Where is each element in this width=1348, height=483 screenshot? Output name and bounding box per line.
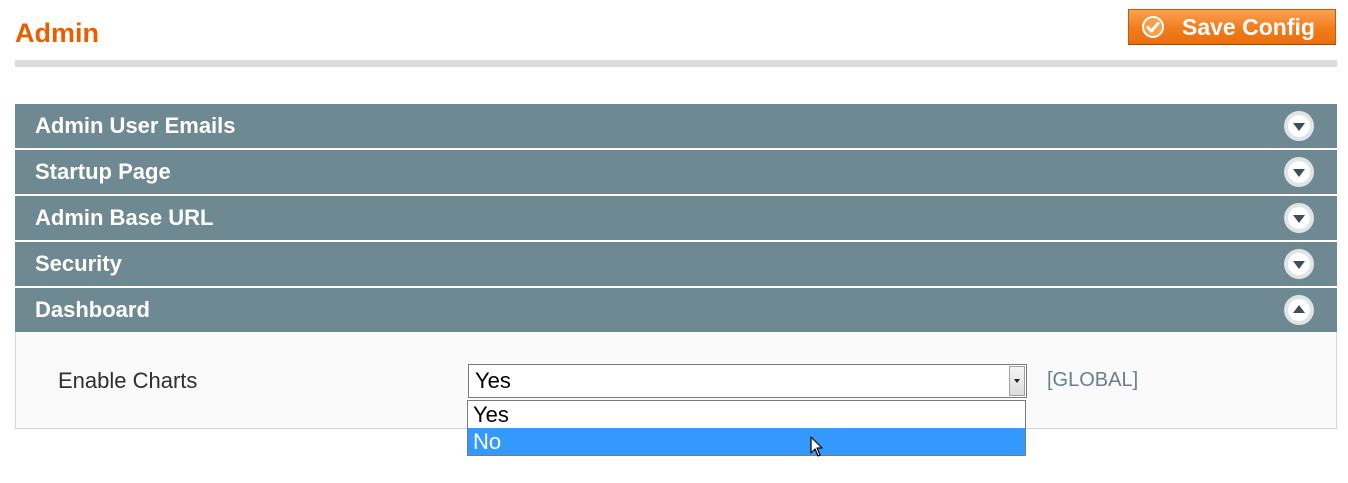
section-dashboard[interactable]: Dashboard: [15, 288, 1337, 332]
chevron-down-circle-icon[interactable]: [1283, 248, 1315, 280]
chevron-down-circle-icon[interactable]: [1283, 110, 1315, 142]
chevron-down-circle-icon[interactable]: [1283, 156, 1315, 188]
section-security[interactable]: Security: [15, 242, 1337, 286]
config-sections: Admin User Emails Startup Page Admin Bas…: [15, 104, 1337, 429]
section-label: Admin User Emails: [35, 113, 236, 138]
enable-charts-label: Enable Charts: [58, 368, 198, 393]
mouse-pointer-icon: [810, 436, 823, 457]
enable-charts-options: Yes No: [467, 400, 1026, 456]
section-label: Startup Page: [35, 159, 171, 184]
section-label: Admin Base URL: [35, 205, 214, 230]
scope-label: [GLOBAL]: [1047, 369, 1139, 391]
section-startup-page[interactable]: Startup Page: [15, 150, 1337, 194]
option-no[interactable]: No: [468, 428, 1025, 455]
enable-charts-value: Yes: [475, 368, 511, 393]
section-label: Dashboard: [35, 297, 150, 322]
check-circle-icon: [1141, 15, 1165, 39]
dropdown-arrow-icon[interactable]: [1009, 366, 1025, 396]
chevron-up-circle-icon[interactable]: [1283, 294, 1315, 326]
title-divider: [15, 60, 1337, 67]
section-admin-user-emails[interactable]: Admin User Emails: [15, 104, 1337, 148]
section-label: Security: [35, 251, 122, 276]
save-config-button[interactable]: Save Config: [1128, 9, 1336, 45]
page-title: Admin: [15, 18, 99, 48]
option-yes[interactable]: Yes: [468, 401, 1025, 428]
enable-charts-select[interactable]: Yes: [468, 364, 1027, 398]
save-config-label: Save Config: [1182, 13, 1315, 40]
section-admin-base-url[interactable]: Admin Base URL: [15, 196, 1337, 240]
chevron-down-circle-icon[interactable]: [1283, 202, 1315, 234]
